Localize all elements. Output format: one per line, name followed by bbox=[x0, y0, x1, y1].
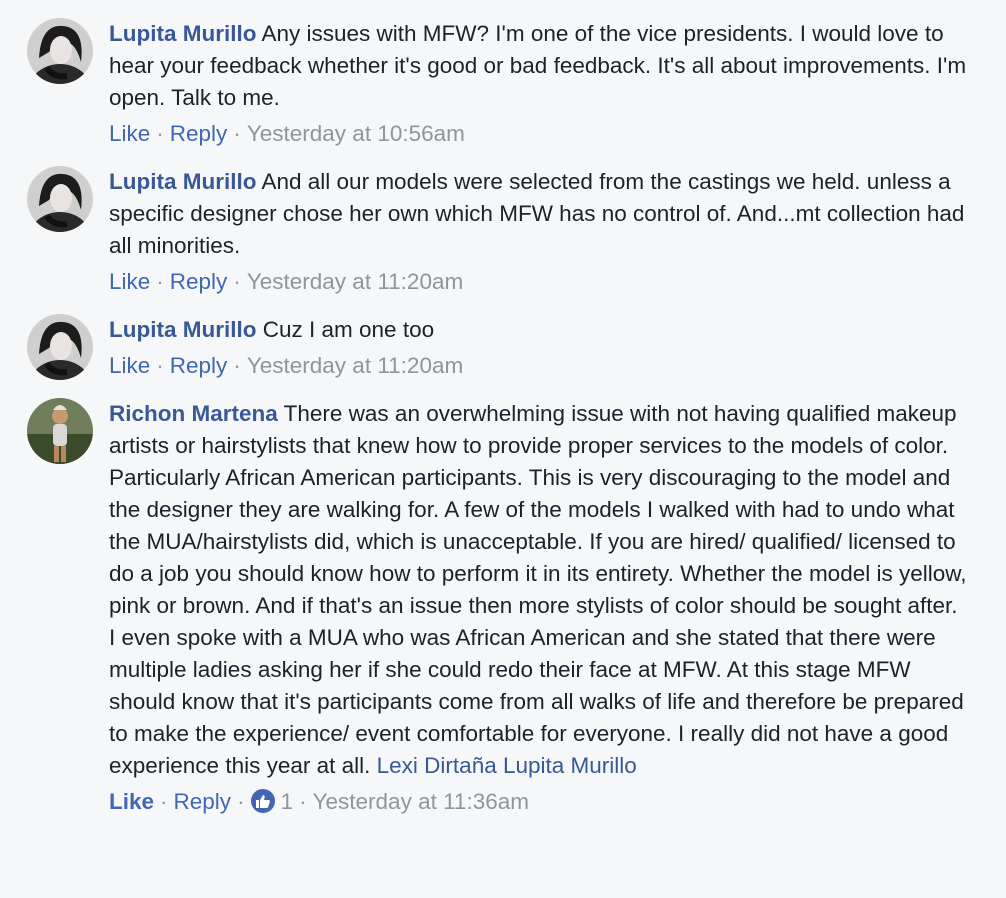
comment-timestamp[interactable]: Yesterday at 11:20am bbox=[247, 269, 463, 294]
comment-actions: Like · Reply · Yesterday at 11:20am bbox=[109, 269, 464, 294]
comment-body: Cuz I am one too bbox=[262, 317, 435, 342]
reply-link[interactable]: Reply bbox=[170, 353, 228, 378]
profile-avatar[interactable] bbox=[27, 398, 93, 464]
tagged-user[interactable]: Lexi Dirtaña bbox=[377, 753, 497, 778]
like-link[interactable]: Like bbox=[109, 353, 150, 378]
comment-actions: Like · Reply · 1 · Yesterday at 11:36am bbox=[109, 789, 529, 814]
comment-author[interactable]: Lupita Murillo bbox=[109, 169, 256, 194]
comment-timestamp[interactable]: Yesterday at 11:36am bbox=[313, 789, 529, 814]
comment-author[interactable]: Lupita Murillo bbox=[109, 21, 256, 46]
comment-timestamp[interactable]: Yesterday at 10:56am bbox=[247, 121, 465, 146]
like-link[interactable]: Like bbox=[109, 789, 154, 814]
comment-text: Richon Martena There was an overwhelming… bbox=[109, 398, 969, 782]
previous-comment-edge bbox=[0, 0, 1006, 6]
comment-timestamp[interactable]: Yesterday at 11:20am bbox=[247, 353, 463, 378]
like-link[interactable]: Like bbox=[109, 121, 150, 146]
comment-text: Lupita Murillo And all our models were s… bbox=[109, 166, 969, 262]
comment-text: Lupita Murillo Any issues with MFW? I'm … bbox=[109, 18, 969, 114]
reaction-count[interactable]: 1 bbox=[281, 789, 294, 814]
tagged-user[interactable]: Lupita Murillo bbox=[503, 753, 637, 778]
reply-link[interactable]: Reply bbox=[174, 789, 232, 814]
like-link[interactable]: Like bbox=[109, 269, 150, 294]
profile-avatar[interactable] bbox=[27, 18, 93, 84]
comment-body: There was an overwhelming issue with not… bbox=[109, 401, 967, 778]
reply-link[interactable]: Reply bbox=[170, 121, 228, 146]
comment-author[interactable]: Richon Martena bbox=[109, 401, 278, 426]
reply-link[interactable]: Reply bbox=[170, 269, 228, 294]
profile-avatar[interactable] bbox=[27, 166, 93, 232]
comment-author[interactable]: Lupita Murillo bbox=[109, 317, 256, 342]
comment-actions: Like · Reply · Yesterday at 11:20am bbox=[109, 353, 464, 378]
profile-avatar[interactable] bbox=[27, 314, 93, 380]
comment-actions: Like · Reply · Yesterday at 10:56am bbox=[109, 121, 465, 146]
thumbs-up-icon[interactable] bbox=[250, 789, 275, 813]
comment-text: Lupita Murillo Cuz I am one too bbox=[109, 314, 969, 346]
